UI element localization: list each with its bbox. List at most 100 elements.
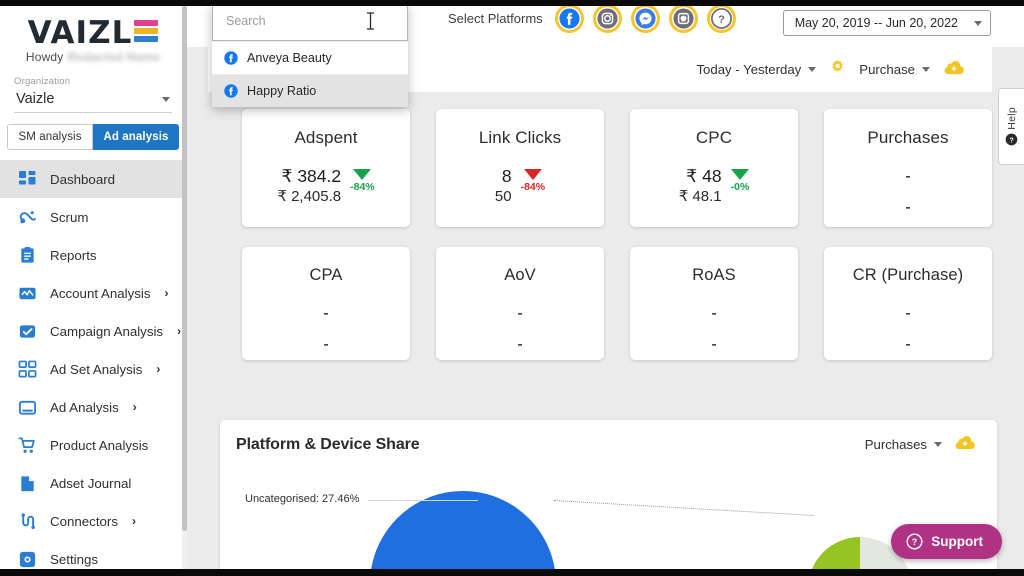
sidebar-item-ad-analysis[interactable]: Ad Analysis ›	[0, 388, 186, 426]
sidebar-item-label: Campaign Analysis	[50, 323, 164, 339]
chevron-right-icon: ›	[164, 286, 169, 300]
metric-title: Purchases	[867, 128, 949, 147]
letterbox-top	[0, 0, 1024, 6]
panel-download-button[interactable]	[954, 434, 976, 455]
sidebar-item-label: Ad Analysis	[50, 399, 119, 415]
metric-dropdown[interactable]: Purchase	[859, 62, 930, 77]
metric-delta: -84%	[350, 166, 375, 193]
comparison-dropdown[interactable]: Today - Yesterday	[696, 62, 817, 77]
chevron-down-icon	[934, 442, 942, 447]
sidebar-item-label: Ad Set Analysis	[50, 361, 143, 377]
metric-title: CR (Purchase)	[852, 266, 964, 284]
gear-icon	[17, 549, 37, 569]
facebook-icon	[224, 84, 238, 98]
sidebar-item-label: Account Analysis	[50, 285, 151, 301]
messenger-icon[interactable]	[630, 4, 660, 33]
sidebar-item-label: Settings	[50, 551, 99, 567]
metric-primary-value: -	[905, 305, 911, 322]
metric-secondary-value: ₹ 48.1	[678, 187, 722, 205]
sidebar-item-reports[interactable]: Reports ›	[0, 236, 186, 274]
search-field-wrapper	[212, 0, 408, 41]
sidebar-item-adset-journal[interactable]: Adset Journal	[0, 464, 186, 502]
sidebar-item-label: Dashboard	[50, 171, 116, 187]
settings-gear-button[interactable]	[829, 59, 846, 81]
support-button[interactable]: ? Support	[891, 524, 1002, 559]
svg-text:?: ?	[1009, 137, 1013, 145]
metric-delta-value: -84%	[520, 181, 546, 193]
sidebar-item-ad-set-analysis[interactable]: Ad Set Analysis ›	[0, 350, 186, 388]
sidebar-item-account-analysis[interactable]: Account Analysis ›	[0, 274, 186, 312]
account-pulse-icon	[17, 283, 37, 303]
sidebar-item-label: Product Analysis	[50, 437, 149, 453]
metric-card-roas[interactable]: RoAS - -	[630, 247, 798, 360]
help-side-tab[interactable]: Help ?	[998, 88, 1024, 165]
platform-device-share-panel: Platform & Device Share Purchases Uncate…	[220, 420, 997, 576]
search-input[interactable]	[213, 1, 407, 40]
help-question-icon: ?	[906, 533, 923, 550]
arrow-down-icon	[523, 169, 542, 180]
metric-secondary-value: -	[711, 336, 717, 353]
metric-title: RoAS	[692, 266, 736, 284]
help-question-icon[interactable]: ?	[706, 4, 736, 33]
sidebar-item-label: Reports	[50, 247, 97, 263]
comparison-value: Today - Yesterday	[696, 62, 802, 77]
sidebar-item-scrum[interactable]: Scrum	[0, 198, 186, 236]
metric-primary-value: -	[711, 305, 717, 322]
sidebar-item-connectors[interactable]: Connectors ›	[0, 502, 186, 540]
organization-select[interactable]: Vaizle	[14, 89, 172, 113]
download-button[interactable]	[943, 59, 965, 80]
journal-doc-icon	[17, 473, 37, 493]
greeting: Howdy Redacted Name	[0, 50, 186, 64]
uncategorised-label: Uncategorised: 27.46%	[245, 493, 360, 505]
metrics-row-1: Adspent ₹ 384.2 ₹ 2,405.8 -84% Link Clic…	[187, 92, 1024, 227]
metric-card-cpa[interactable]: CPA - -	[242, 247, 410, 360]
chevron-down-icon	[974, 20, 982, 26]
chevron-down-icon	[808, 67, 817, 72]
facebook-icon[interactable]	[554, 4, 584, 33]
svg-text:?: ?	[912, 537, 917, 547]
sidebar-scrollbar-thumb[interactable]	[182, 6, 187, 531]
tab-ad-analysis[interactable]: Ad analysis	[93, 124, 179, 150]
dropdown-option-anveya-beauty[interactable]: Anveya Beauty	[212, 41, 408, 74]
metric-card-adspent[interactable]: Adspent ₹ 384.2 ₹ 2,405.8 -84%	[242, 109, 410, 227]
audience-network-icon[interactable]	[668, 4, 698, 33]
chevron-right-icon: ›	[132, 400, 137, 414]
panel-metric-dropdown[interactable]: Purchases	[865, 437, 942, 452]
tab-sm-analysis[interactable]: SM analysis	[7, 124, 93, 150]
sidebar-item-campaign-analysis[interactable]: Campaign Analysis ›	[0, 312, 186, 350]
panel-metric-value: Purchases	[864, 437, 927, 452]
metric-secondary-value: -	[905, 199, 911, 216]
panel-tools: Purchases	[865, 434, 976, 455]
sidebar-item-label: Adset Journal	[50, 475, 132, 491]
metric-card-purchases[interactable]: Purchases - -	[824, 109, 992, 227]
dropdown-option-happy-ratio[interactable]: Happy Ratio	[212, 74, 408, 107]
metric-card-cr-purchase[interactable]: CR (Purchase) - -	[824, 247, 992, 360]
metric-primary-value: ₹ 48	[686, 166, 722, 186]
metric-secondary-value: ₹ 2,405.8	[277, 187, 342, 205]
main-content: Adspent ₹ 384.2 ₹ 2,405.8 -84% Link Clic…	[187, 92, 1024, 576]
instagram-icon[interactable]	[592, 4, 622, 33]
cloud-download-icon	[955, 436, 975, 450]
chevron-right-icon: ›	[156, 362, 161, 376]
metric-card-cpc[interactable]: CPC ₹ 48 ₹ 48.1 -0%	[630, 109, 798, 227]
organization-block: Organization Vaizle	[0, 66, 186, 113]
metric-title: AoV	[504, 266, 536, 284]
panel-title: Platform & Device Share	[236, 435, 420, 453]
dotted-leader-line	[553, 500, 814, 516]
sidebar-item-product-analysis[interactable]: Product Analysis	[0, 426, 186, 464]
metric-card-link-clicks[interactable]: Link Clicks 8 50 -84%	[436, 109, 604, 227]
metric-title: Link Clicks	[478, 128, 562, 147]
metric-value: Purchase	[859, 62, 915, 77]
scrum-icon	[17, 207, 37, 227]
organization-value: Vaizle	[16, 91, 55, 107]
date-range-picker[interactable]: May 20, 2019 -- Jun 20, 2022	[782, 10, 991, 36]
gear-icon	[832, 59, 843, 72]
greeting-name-redacted: Redacted Name	[67, 50, 161, 64]
sidebar-item-dashboard[interactable]: Dashboard	[0, 160, 186, 198]
panel-header: Platform & Device Share Purchases	[220, 420, 997, 455]
platform-share-pie[interactable]	[370, 491, 556, 576]
metric-secondary-value: -	[517, 336, 523, 353]
metric-card-aov[interactable]: AoV - -	[436, 247, 604, 360]
logo: VAIZL Howdy Redacted Name	[0, 0, 186, 66]
analysis-tabs: SM analysis Ad analysis	[7, 124, 179, 150]
